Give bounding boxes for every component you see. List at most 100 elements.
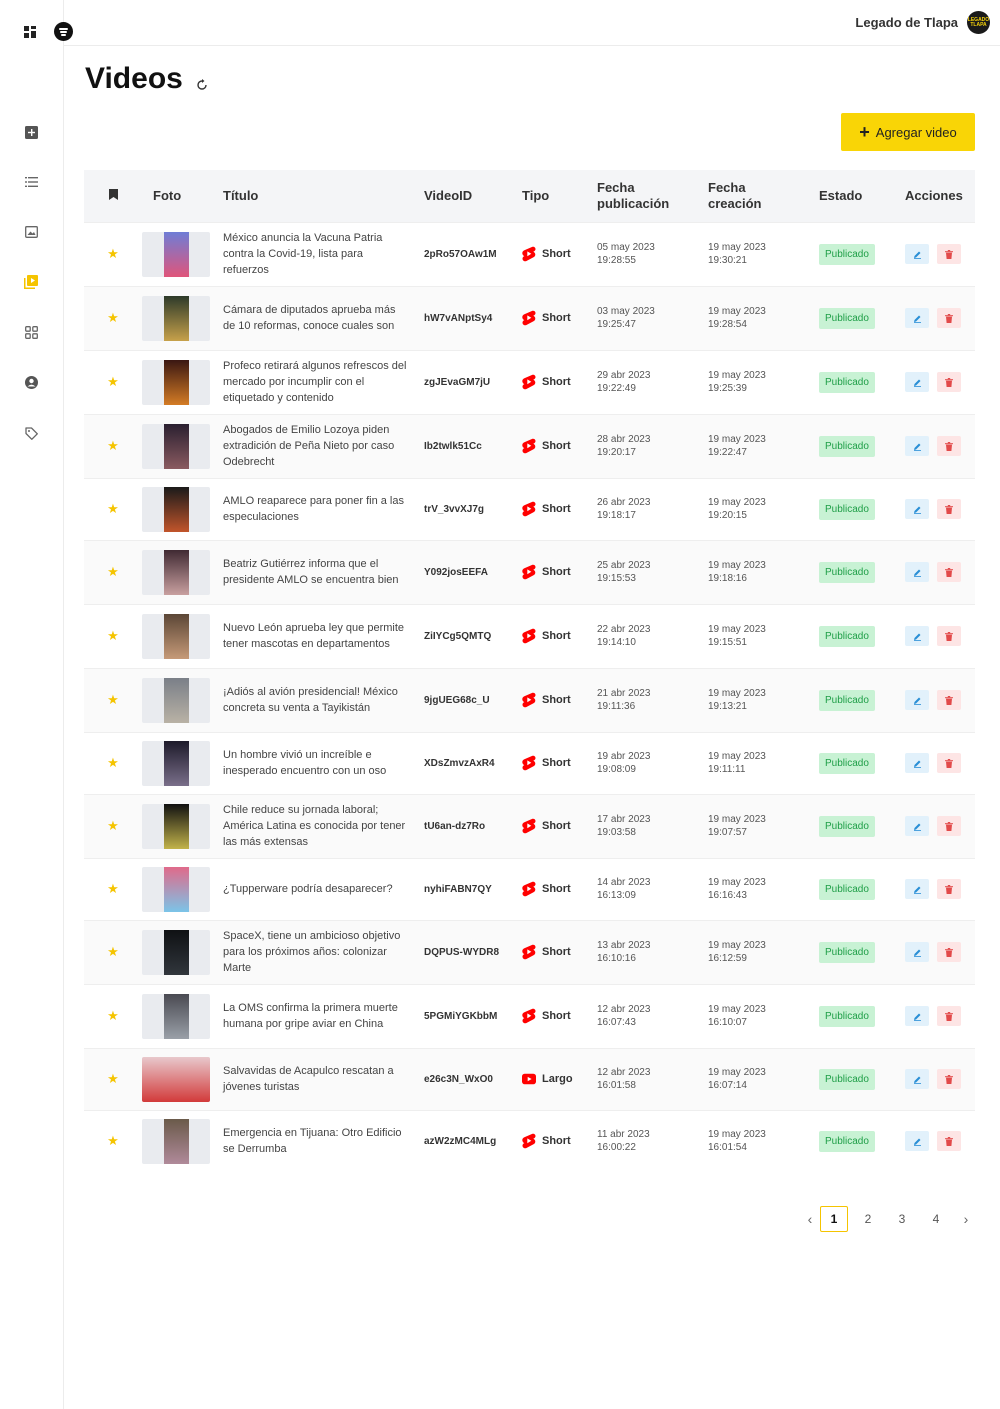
edit-button[interactable]: [905, 562, 929, 582]
favorite-star-icon[interactable]: ★: [84, 1109, 142, 1172]
favorite-star-icon[interactable]: ★: [84, 919, 142, 984]
edit-button[interactable]: [905, 1006, 929, 1026]
favorite-star-icon[interactable]: ★: [84, 539, 142, 604]
column-header-titulo[interactable]: Título: [223, 170, 424, 222]
delete-button[interactable]: [937, 244, 961, 264]
edit-button[interactable]: [905, 499, 929, 519]
account-icon[interactable]: [22, 373, 40, 391]
app-logo-icon[interactable]: [24, 26, 37, 39]
table-row[interactable]: ★ Un hombre vivió un increíble e inespera…: [84, 731, 975, 794]
delete-button[interactable]: [937, 308, 961, 328]
video-thumbnail[interactable]: [142, 1118, 210, 1164]
edit-button[interactable]: [905, 879, 929, 899]
edit-button[interactable]: [905, 1131, 929, 1152]
video-thumbnail[interactable]: [142, 486, 210, 532]
video-thumbnail[interactable]: [142, 1056, 210, 1102]
favorite-star-icon[interactable]: ★: [84, 349, 142, 414]
table-row[interactable]: ★ Emergencia en Tijuana: Otro Edificio se…: [84, 1109, 975, 1172]
page-button-2[interactable]: 2: [854, 1206, 882, 1232]
prev-page-icon[interactable]: ‹: [800, 1206, 820, 1232]
video-library-icon[interactable]: [22, 273, 40, 291]
favorite-star-icon[interactable]: ★: [84, 667, 142, 732]
table-row[interactable]: ★ SpaceX, tiene un ambicioso objetivo par…: [84, 919, 975, 984]
delete-button[interactable]: [937, 499, 961, 519]
add-box-icon[interactable]: [22, 123, 40, 141]
delete-button[interactable]: [937, 626, 961, 646]
grid-icon[interactable]: [22, 323, 40, 341]
page-button-4[interactable]: 4: [922, 1206, 950, 1232]
delete-button[interactable]: [937, 1131, 961, 1152]
edit-button[interactable]: [905, 1069, 929, 1089]
column-header-estado[interactable]: Estado: [819, 170, 905, 222]
table-row[interactable]: ★ La OMS confirma la primera muerte human…: [84, 983, 975, 1048]
table-row[interactable]: ★ Salvavidas de Acapulco rescatan a jóven…: [84, 1047, 975, 1110]
favorite-star-icon[interactable]: ★: [84, 413, 142, 478]
delete-button[interactable]: [937, 436, 961, 456]
edit-button[interactable]: [905, 690, 929, 710]
table-row[interactable]: ★ Chile reduce su jornada laboral; Améric…: [84, 793, 975, 858]
delete-button[interactable]: [937, 879, 961, 899]
edit-button[interactable]: [905, 942, 929, 962]
favorite-star-icon[interactable]: ★: [84, 603, 142, 668]
video-thumbnail[interactable]: [142, 549, 210, 595]
table-row[interactable]: ★ México anuncia la Vacuna Patria contra …: [84, 221, 975, 286]
delete-button[interactable]: [937, 816, 961, 836]
video-thumbnail[interactable]: [142, 231, 210, 277]
delete-button[interactable]: [937, 942, 961, 962]
table-row[interactable]: ★ Cámara de diputados aprueba más de 10 r…: [84, 285, 975, 350]
video-thumbnail[interactable]: [142, 866, 210, 912]
list-icon[interactable]: [22, 173, 40, 191]
column-header-videoid[interactable]: VideoID: [424, 170, 522, 222]
tag-icon[interactable]: [22, 424, 40, 442]
delete-button[interactable]: [937, 372, 961, 392]
favorite-star-icon[interactable]: ★: [84, 221, 142, 286]
favorite-star-icon[interactable]: ★: [84, 857, 142, 920]
table-row[interactable]: ★ ¿Tupperware podría desaparecer? nyhiFABN…: [84, 857, 975, 920]
add-video-button[interactable]: + Agregar video: [841, 113, 975, 151]
edit-button[interactable]: [905, 816, 929, 836]
column-header-fecha-creacion[interactable]: Fecha creación: [708, 170, 819, 222]
avatar[interactable]: LEGADO TLAPA: [967, 11, 990, 34]
table-row[interactable]: ★ Nuevo León aprueba ley que permite tene…: [84, 603, 975, 668]
page-button-1[interactable]: 1: [820, 1206, 848, 1232]
image-icon[interactable]: [22, 223, 40, 241]
video-thumbnail[interactable]: [142, 613, 210, 659]
favorite-star-icon[interactable]: ★: [84, 793, 142, 858]
favorite-star-icon[interactable]: ★: [84, 285, 142, 350]
menu-toggle-icon[interactable]: [54, 22, 73, 41]
column-header-fecha-publicacion[interactable]: Fecha publicación: [597, 170, 708, 222]
delete-button[interactable]: [937, 562, 961, 582]
table-row[interactable]: ★ Beatriz Gutiérrez informa que el presid…: [84, 539, 975, 604]
favorite-star-icon[interactable]: ★: [84, 731, 142, 794]
video-thumbnail[interactable]: [142, 423, 210, 469]
video-thumbnail[interactable]: [142, 740, 210, 786]
page-button-3[interactable]: 3: [888, 1206, 916, 1232]
video-thumbnail[interactable]: [142, 677, 210, 723]
edit-button[interactable]: [905, 372, 929, 392]
edit-button[interactable]: [905, 626, 929, 646]
video-thumbnail[interactable]: [142, 359, 210, 405]
video-thumbnail[interactable]: [142, 929, 210, 975]
video-thumbnail[interactable]: [142, 803, 210, 849]
refresh-icon[interactable]: [196, 79, 208, 91]
table-row[interactable]: ★ AMLO reaparece para poner fin a las esp…: [84, 477, 975, 540]
table-row[interactable]: ★ ¡Adiós al avión presidencial! México co…: [84, 667, 975, 732]
video-thumbnail[interactable]: [142, 295, 210, 341]
edit-button[interactable]: [905, 753, 929, 773]
delete-button[interactable]: [937, 690, 961, 710]
next-page-icon[interactable]: ›: [956, 1206, 976, 1232]
table-row[interactable]: ★ Abogados de Emilio Lozoya piden extradi…: [84, 413, 975, 478]
column-header-foto[interactable]: Foto: [142, 170, 223, 222]
edit-button[interactable]: [905, 308, 929, 328]
favorite-star-icon[interactable]: ★: [84, 983, 142, 1048]
edit-button[interactable]: [905, 436, 929, 456]
delete-button[interactable]: [937, 753, 961, 773]
favorite-star-icon[interactable]: ★: [84, 477, 142, 540]
video-thumbnail[interactable]: [142, 993, 210, 1039]
delete-button[interactable]: [937, 1069, 961, 1089]
delete-button[interactable]: [937, 1006, 961, 1026]
favorite-star-icon[interactable]: ★: [84, 1047, 142, 1110]
edit-button[interactable]: [905, 244, 929, 264]
column-header-tipo[interactable]: Tipo: [522, 170, 597, 222]
table-row[interactable]: ★ Profeco retirará algunos refrescos del …: [84, 349, 975, 414]
